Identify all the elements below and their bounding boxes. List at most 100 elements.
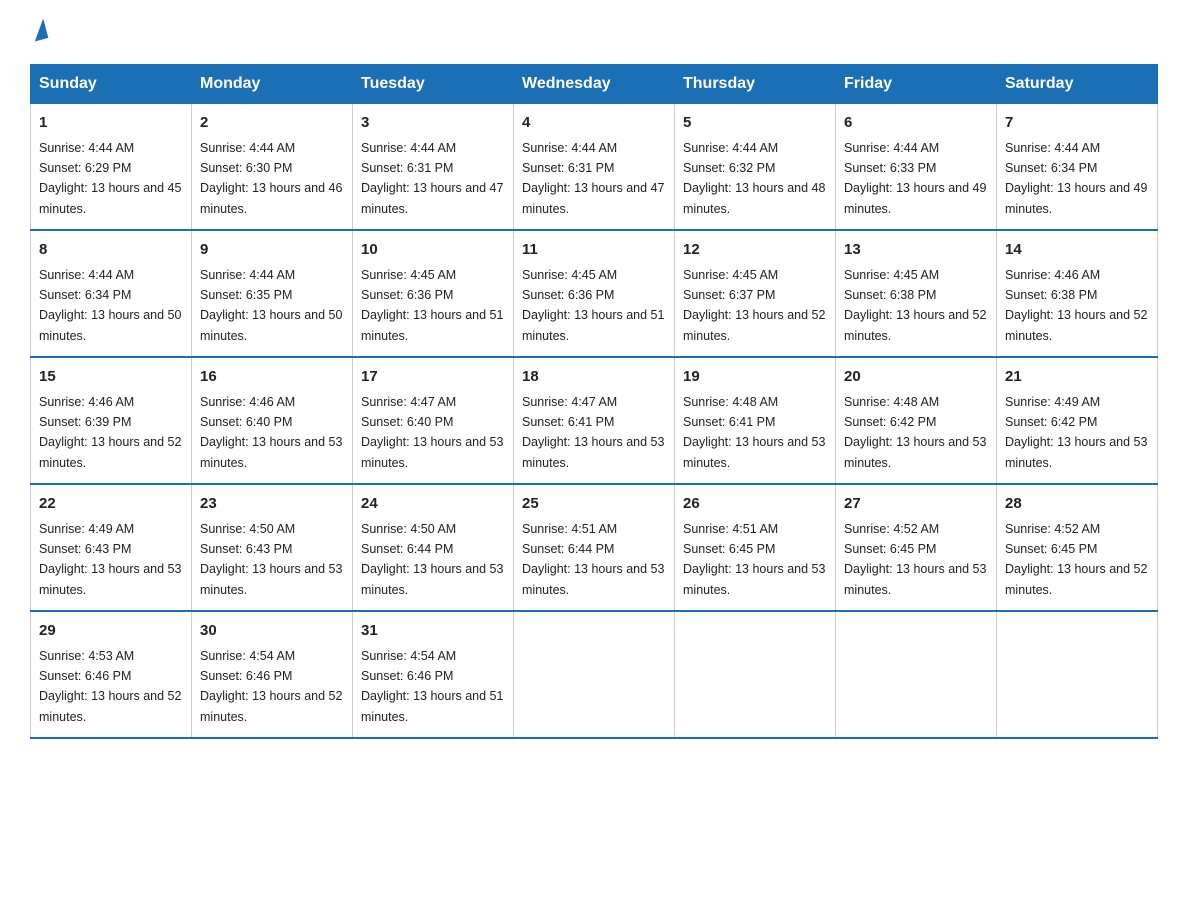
calendar-day-cell: 12 Sunrise: 4:45 AMSunset: 6:37 PMDaylig…: [675, 230, 836, 357]
day-info: Sunrise: 4:44 AMSunset: 6:31 PMDaylight:…: [361, 141, 503, 216]
calendar-day-cell: 6 Sunrise: 4:44 AMSunset: 6:33 PMDayligh…: [836, 104, 997, 231]
day-info: Sunrise: 4:44 AMSunset: 6:31 PMDaylight:…: [522, 141, 664, 216]
day-info: Sunrise: 4:51 AMSunset: 6:44 PMDaylight:…: [522, 522, 664, 597]
calendar-day-cell: 5 Sunrise: 4:44 AMSunset: 6:32 PMDayligh…: [675, 104, 836, 231]
calendar-day-cell: [997, 611, 1158, 738]
calendar-week-row: 15 Sunrise: 4:46 AMSunset: 6:39 PMDaylig…: [31, 357, 1158, 484]
day-number: 1: [39, 112, 183, 135]
day-of-week-header: Wednesday: [514, 65, 675, 104]
day-of-week-header: Monday: [192, 65, 353, 104]
calendar-week-row: 22 Sunrise: 4:49 AMSunset: 6:43 PMDaylig…: [31, 484, 1158, 611]
day-number: 8: [39, 239, 183, 262]
day-of-week-header: Sunday: [31, 65, 192, 104]
day-info: Sunrise: 4:46 AMSunset: 6:38 PMDaylight:…: [1005, 268, 1147, 343]
calendar-day-cell: 4 Sunrise: 4:44 AMSunset: 6:31 PMDayligh…: [514, 104, 675, 231]
day-info: Sunrise: 4:45 AMSunset: 6:36 PMDaylight:…: [361, 268, 503, 343]
day-number: 27: [844, 493, 988, 516]
day-of-week-header: Friday: [836, 65, 997, 104]
day-number: 4: [522, 112, 666, 135]
day-number: 26: [683, 493, 827, 516]
day-number: 29: [39, 620, 183, 643]
day-info: Sunrise: 4:44 AMSunset: 6:33 PMDaylight:…: [844, 141, 986, 216]
calendar-day-cell: 29 Sunrise: 4:53 AMSunset: 6:46 PMDaylig…: [31, 611, 192, 738]
day-number: 11: [522, 239, 666, 262]
calendar-day-cell: 2 Sunrise: 4:44 AMSunset: 6:30 PMDayligh…: [192, 104, 353, 231]
calendar-day-cell: 10 Sunrise: 4:45 AMSunset: 6:36 PMDaylig…: [353, 230, 514, 357]
logo-general-text: [30, 20, 46, 46]
calendar-day-cell: 28 Sunrise: 4:52 AMSunset: 6:45 PMDaylig…: [997, 484, 1158, 611]
calendar-day-cell: 8 Sunrise: 4:44 AMSunset: 6:34 PMDayligh…: [31, 230, 192, 357]
day-info: Sunrise: 4:53 AMSunset: 6:46 PMDaylight:…: [39, 649, 181, 724]
day-number: 16: [200, 366, 344, 389]
day-info: Sunrise: 4:54 AMSunset: 6:46 PMDaylight:…: [361, 649, 503, 724]
calendar-day-cell: 1 Sunrise: 4:44 AMSunset: 6:29 PMDayligh…: [31, 104, 192, 231]
calendar-day-cell: 13 Sunrise: 4:45 AMSunset: 6:38 PMDaylig…: [836, 230, 997, 357]
day-info: Sunrise: 4:46 AMSunset: 6:39 PMDaylight:…: [39, 395, 181, 470]
day-info: Sunrise: 4:45 AMSunset: 6:37 PMDaylight:…: [683, 268, 825, 343]
calendar-table: SundayMondayTuesdayWednesdayThursdayFrid…: [30, 64, 1158, 739]
day-info: Sunrise: 4:46 AMSunset: 6:40 PMDaylight:…: [200, 395, 342, 470]
day-info: Sunrise: 4:54 AMSunset: 6:46 PMDaylight:…: [200, 649, 342, 724]
calendar-day-cell: 25 Sunrise: 4:51 AMSunset: 6:44 PMDaylig…: [514, 484, 675, 611]
calendar-day-cell: [675, 611, 836, 738]
calendar-day-cell: 15 Sunrise: 4:46 AMSunset: 6:39 PMDaylig…: [31, 357, 192, 484]
day-info: Sunrise: 4:44 AMSunset: 6:29 PMDaylight:…: [39, 141, 181, 216]
day-info: Sunrise: 4:44 AMSunset: 6:35 PMDaylight:…: [200, 268, 342, 343]
calendar-day-cell: 11 Sunrise: 4:45 AMSunset: 6:36 PMDaylig…: [514, 230, 675, 357]
day-number: 13: [844, 239, 988, 262]
day-number: 10: [361, 239, 505, 262]
calendar-day-cell: 30 Sunrise: 4:54 AMSunset: 6:46 PMDaylig…: [192, 611, 353, 738]
day-info: Sunrise: 4:48 AMSunset: 6:42 PMDaylight:…: [844, 395, 986, 470]
calendar-day-cell: 9 Sunrise: 4:44 AMSunset: 6:35 PMDayligh…: [192, 230, 353, 357]
day-info: Sunrise: 4:44 AMSunset: 6:32 PMDaylight:…: [683, 141, 825, 216]
day-info: Sunrise: 4:44 AMSunset: 6:34 PMDaylight:…: [39, 268, 181, 343]
day-info: Sunrise: 4:50 AMSunset: 6:44 PMDaylight:…: [361, 522, 503, 597]
day-number: 3: [361, 112, 505, 135]
calendar-day-cell: 17 Sunrise: 4:47 AMSunset: 6:40 PMDaylig…: [353, 357, 514, 484]
day-info: Sunrise: 4:51 AMSunset: 6:45 PMDaylight:…: [683, 522, 825, 597]
logo[interactable]: [30, 20, 46, 46]
calendar-day-cell: 21 Sunrise: 4:49 AMSunset: 6:42 PMDaylig…: [997, 357, 1158, 484]
day-number: 18: [522, 366, 666, 389]
day-number: 9: [200, 239, 344, 262]
calendar-header: SundayMondayTuesdayWednesdayThursdayFrid…: [31, 65, 1158, 104]
calendar-day-cell: 7 Sunrise: 4:44 AMSunset: 6:34 PMDayligh…: [997, 104, 1158, 231]
calendar-body: 1 Sunrise: 4:44 AMSunset: 6:29 PMDayligh…: [31, 104, 1158, 739]
day-number: 22: [39, 493, 183, 516]
calendar-day-cell: 27 Sunrise: 4:52 AMSunset: 6:45 PMDaylig…: [836, 484, 997, 611]
day-info: Sunrise: 4:48 AMSunset: 6:41 PMDaylight:…: [683, 395, 825, 470]
day-number: 31: [361, 620, 505, 643]
calendar-day-cell: 23 Sunrise: 4:50 AMSunset: 6:43 PMDaylig…: [192, 484, 353, 611]
calendar-day-cell: 18 Sunrise: 4:47 AMSunset: 6:41 PMDaylig…: [514, 357, 675, 484]
calendar-day-cell: 24 Sunrise: 4:50 AMSunset: 6:44 PMDaylig…: [353, 484, 514, 611]
calendar-day-cell: 19 Sunrise: 4:48 AMSunset: 6:41 PMDaylig…: [675, 357, 836, 484]
day-info: Sunrise: 4:49 AMSunset: 6:42 PMDaylight:…: [1005, 395, 1147, 470]
calendar-day-cell: 16 Sunrise: 4:46 AMSunset: 6:40 PMDaylig…: [192, 357, 353, 484]
day-header-row: SundayMondayTuesdayWednesdayThursdayFrid…: [31, 65, 1158, 104]
calendar-day-cell: 14 Sunrise: 4:46 AMSunset: 6:38 PMDaylig…: [997, 230, 1158, 357]
day-of-week-header: Thursday: [675, 65, 836, 104]
day-number: 6: [844, 112, 988, 135]
day-info: Sunrise: 4:45 AMSunset: 6:36 PMDaylight:…: [522, 268, 664, 343]
day-number: 14: [1005, 239, 1149, 262]
calendar-day-cell: [514, 611, 675, 738]
day-info: Sunrise: 4:44 AMSunset: 6:30 PMDaylight:…: [200, 141, 342, 216]
day-info: Sunrise: 4:50 AMSunset: 6:43 PMDaylight:…: [200, 522, 342, 597]
day-number: 20: [844, 366, 988, 389]
day-number: 30: [200, 620, 344, 643]
calendar-week-row: 8 Sunrise: 4:44 AMSunset: 6:34 PMDayligh…: [31, 230, 1158, 357]
calendar-day-cell: 26 Sunrise: 4:51 AMSunset: 6:45 PMDaylig…: [675, 484, 836, 611]
day-number: 15: [39, 366, 183, 389]
day-number: 21: [1005, 366, 1149, 389]
calendar-week-row: 1 Sunrise: 4:44 AMSunset: 6:29 PMDayligh…: [31, 104, 1158, 231]
day-number: 5: [683, 112, 827, 135]
calendar-day-cell: 3 Sunrise: 4:44 AMSunset: 6:31 PMDayligh…: [353, 104, 514, 231]
day-info: Sunrise: 4:49 AMSunset: 6:43 PMDaylight:…: [39, 522, 181, 597]
day-number: 17: [361, 366, 505, 389]
calendar-day-cell: 20 Sunrise: 4:48 AMSunset: 6:42 PMDaylig…: [836, 357, 997, 484]
day-number: 28: [1005, 493, 1149, 516]
day-number: 25: [522, 493, 666, 516]
day-number: 19: [683, 366, 827, 389]
day-info: Sunrise: 4:47 AMSunset: 6:41 PMDaylight:…: [522, 395, 664, 470]
day-number: 2: [200, 112, 344, 135]
